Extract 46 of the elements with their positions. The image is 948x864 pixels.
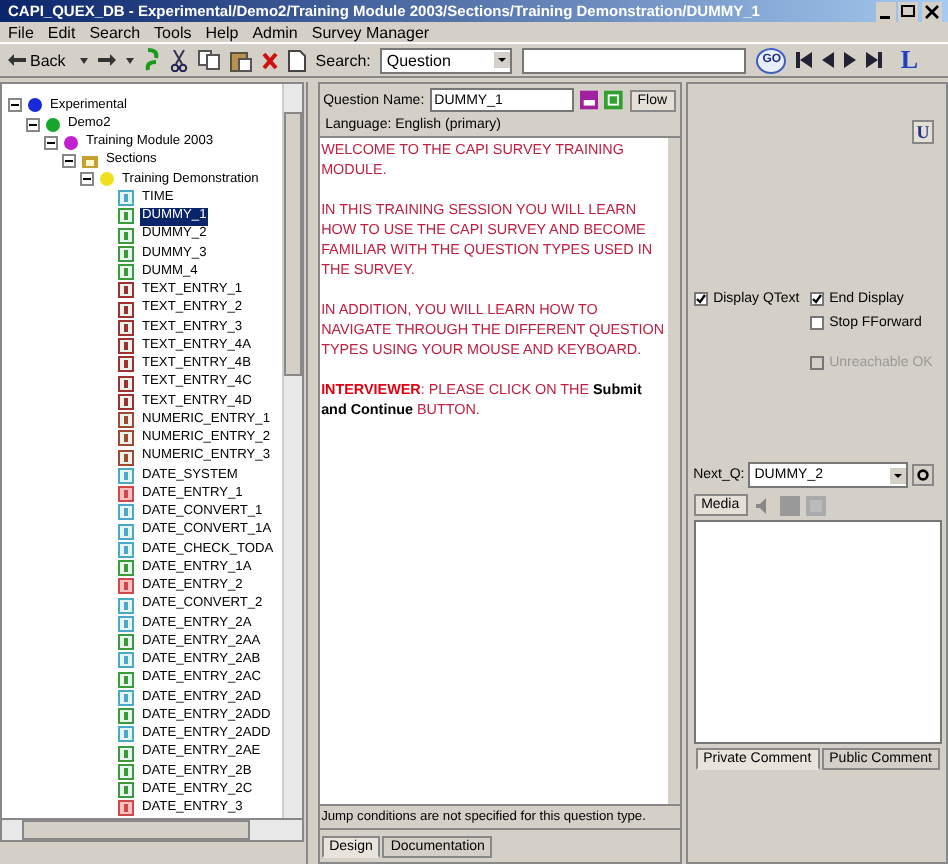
circle-icon[interactable] <box>912 464 935 487</box>
search-label: Search: <box>315 51 371 70</box>
node-dot-icon <box>46 117 60 132</box>
checkbox[interactable] <box>809 292 824 307</box>
dropdown-arrow-icon[interactable] <box>125 57 134 64</box>
paste-icon[interactable] <box>229 49 252 72</box>
checkbox[interactable] <box>809 316 824 331</box>
checkbox[interactable] <box>693 292 708 307</box>
dropdown-arrow-icon[interactable] <box>890 467 907 484</box>
back-arrow-icon <box>8 54 26 67</box>
logo[interactable]: L <box>900 44 919 77</box>
previous-icon[interactable] <box>822 52 835 69</box>
u-button[interactable]: U <box>912 120 934 145</box>
collapse-icon[interactable] <box>44 135 58 150</box>
dropdown-arrow-icon[interactable] <box>494 52 511 69</box>
collapse-icon[interactable] <box>62 154 76 169</box>
menu-item[interactable]: File <box>8 23 34 42</box>
delete-icon[interactable] <box>261 51 278 70</box>
scrollbar[interactable] <box>0 820 304 842</box>
forward-arrow-icon[interactable] <box>97 54 116 67</box>
collapse-icon[interactable] <box>26 117 40 132</box>
menu-item[interactable]: Tools <box>154 23 192 42</box>
dropdown-arrow-icon[interactable] <box>79 57 88 64</box>
node-dot-icon <box>100 172 114 187</box>
folder-icon <box>82 154 98 169</box>
search-field[interactable] <box>522 47 747 74</box>
new-document-icon[interactable] <box>287 49 306 72</box>
first-icon[interactable] <box>796 52 813 69</box>
search-scope-dropdown[interactable]: Question <box>380 47 513 74</box>
menu-item[interactable]: Help <box>205 23 239 42</box>
window-controls-icon[interactable] <box>876 1 944 22</box>
comment-field[interactable] <box>693 520 942 745</box>
scrollbar[interactable] <box>281 84 302 818</box>
back-button[interactable]: Back <box>4 51 70 70</box>
collapse-icon[interactable] <box>80 172 94 187</box>
menu-item[interactable]: Survey Manager <box>311 23 430 42</box>
next-icon[interactable] <box>844 52 857 69</box>
copy-icon[interactable] <box>197 50 220 71</box>
last-icon[interactable] <box>866 52 883 69</box>
collapse-icon[interactable] <box>8 98 22 113</box>
node-dot-icon <box>64 135 78 150</box>
node-dot-icon <box>28 98 42 113</box>
menu-item[interactable]: Edit <box>47 23 76 42</box>
cut-icon[interactable] <box>169 49 188 72</box>
menu-item[interactable]: Search <box>89 23 141 42</box>
menu-item[interactable]: Admin <box>252 23 298 42</box>
